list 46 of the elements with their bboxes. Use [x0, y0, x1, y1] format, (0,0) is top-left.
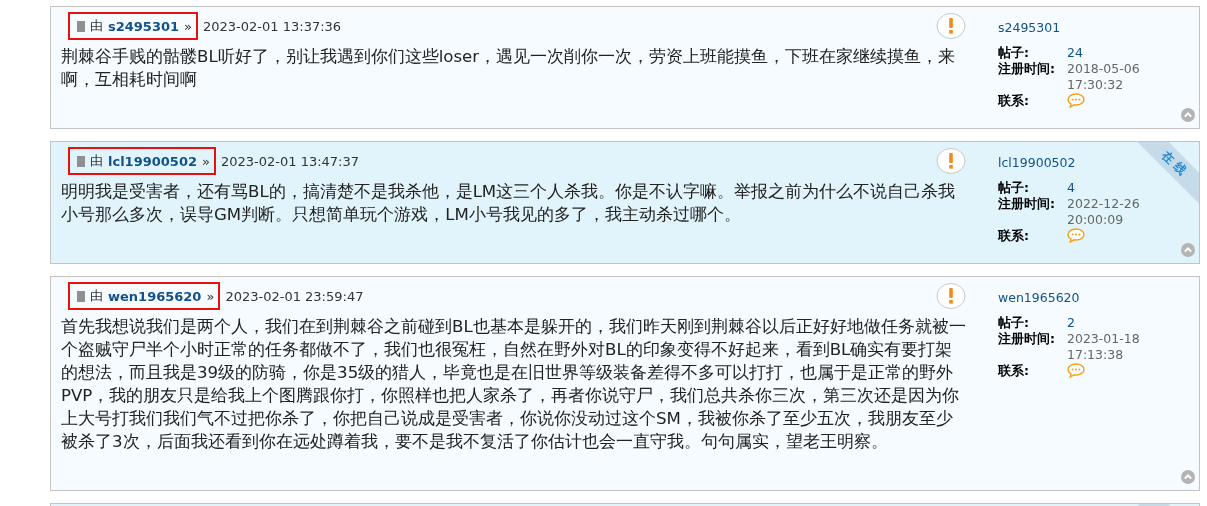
profile-name[interactable]: s2495301	[998, 20, 1061, 35]
post-content: 首先我想说我们是两个人，我们在到荆棘谷之前碰到BL也基本是躲开的，我们昨天刚到荆棘谷以后正好好地做任务就被一个盗贼守尸半个小时正常的任务都做不了，我们也很冤枉，自然在野外对BL的印象变得不好起来，看到BL确实有要打架的想法，而且我是39级的防骑，你是35级的猎人，毕竟也是在旧世界等级装备差得不多可以打打，也属于是正常的野外PVP，我的朋友只是给我上个图腾跟你打，你照样也把人家杀了，再者你说守尸，我们总共杀你三次，第三次还是因为你上大号打我们我们气不过把你杀了，你把自己说成是受害者，你说你没动过这个SM，我被你杀了至少五次，我朋友至少被杀了3次，后面我还看到你在远处蹲着我，要不是我不复活了你估计也会一直守我。句句属实，望老王明察。	[61, 316, 966, 453]
posts-count: 2	[1067, 315, 1076, 331]
by-label: 由	[90, 17, 103, 35]
chat-bubble-icon[interactable]	[1067, 363, 1085, 378]
posts-count: 24	[1067, 45, 1084, 61]
separator: »	[184, 18, 193, 34]
report-icon[interactable]	[936, 282, 966, 310]
online-label: 在 线	[1158, 147, 1190, 179]
report-icon[interactable]	[936, 12, 966, 40]
separator: »	[206, 288, 215, 304]
posts-count: 4	[1067, 180, 1076, 196]
registered-label: 注册时间:	[998, 196, 1055, 213]
chat-bubble-icon[interactable]	[1067, 93, 1085, 108]
registered-time: 2018-05-06 17:30:32	[1067, 61, 1141, 93]
chat-bubble-icon[interactable]	[1067, 228, 1085, 243]
registered-time: 2023-01-18 17:13:38	[1067, 331, 1141, 363]
post-content: 明明我是受害者，还有骂BL的，搞清楚不是我杀他，是LM这三个人杀我。你是不认字嘛。举报之前为什么不说自己杀我小号那么多次，误导GM判断。只想简单玩个游戏，LM小号我见的多了，我主动杀过哪个。	[61, 181, 957, 226]
post-time: 2023-02-01 13:37:36	[203, 18, 342, 34]
posts-label: 帖子:	[998, 45, 1030, 61]
report-icon[interactable]	[936, 147, 966, 175]
posts-label: 帖子:	[998, 180, 1030, 196]
back-to-top-icon[interactable]	[1181, 108, 1195, 122]
contact-label: 联系:	[998, 363, 1030, 380]
contact-label: 联系:	[998, 228, 1030, 245]
profile-name[interactable]: wen1965620	[998, 290, 1080, 305]
author-link[interactable]: lcl19900502	[108, 153, 197, 169]
back-to-top-icon[interactable]	[1181, 470, 1195, 484]
post-icon	[77, 155, 85, 167]
registered-label: 注册时间:	[998, 61, 1055, 78]
post-icon	[77, 20, 85, 32]
registered-time: 2022-12-26 20:00:09	[1067, 196, 1141, 228]
registered-label: 注册时间:	[998, 331, 1055, 348]
profile-name[interactable]: lcl19900502	[998, 155, 1076, 170]
post-content: 荆棘谷手贱的骷髅BL听好了，别让我遇到你们这些loser，遇见一次削你一次，劳资上班能摸鱼，下班在家继续摸鱼，来啊，互相耗时间啊	[61, 46, 957, 91]
post-time: 2023-02-01 13:47:37	[220, 153, 360, 169]
post-icon	[77, 290, 85, 302]
posts-label: 帖子:	[998, 315, 1030, 331]
by-label: 由	[90, 152, 103, 170]
author-link[interactable]: wen1965620	[108, 288, 202, 304]
by-label: 由	[90, 287, 103, 305]
author-link[interactable]: s2495301	[108, 18, 180, 34]
separator: »	[202, 153, 210, 169]
back-to-top-icon[interactable]	[1181, 243, 1195, 257]
contact-label: 联系:	[998, 93, 1030, 110]
post-time: 2023-02-01 23:59:47	[225, 288, 364, 304]
